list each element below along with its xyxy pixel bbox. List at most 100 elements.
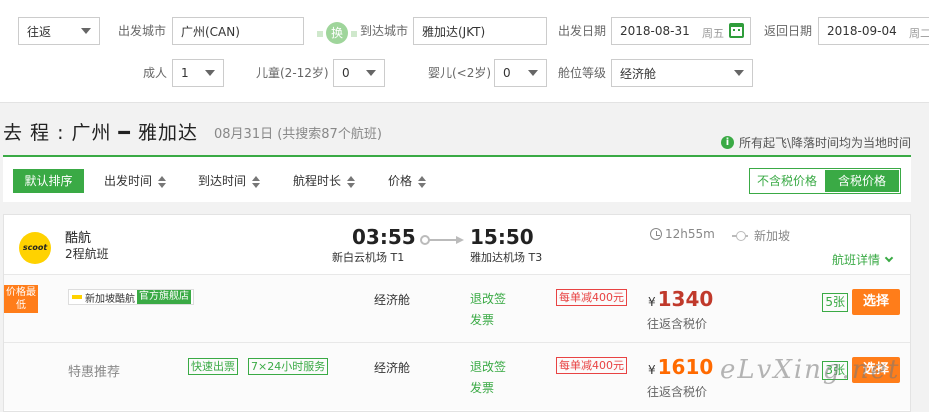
- select-fare-button[interactable]: 选择: [852, 289, 900, 315]
- sort-price-label: 价格: [388, 174, 413, 188]
- route-subtitle: 08月31日 (共搜索87个航班): [214, 127, 382, 142]
- fare-price: ¥ 1610: [648, 355, 713, 379]
- child-label: 儿童(2-12岁): [256, 66, 329, 80]
- trip-type-select[interactable]: 往返: [18, 17, 100, 45]
- route-arrow-icon: [420, 235, 468, 245]
- stopover-city: 新加坡: [754, 229, 791, 243]
- sort-duration-label: 航程时长: [293, 174, 342, 188]
- promo-label: 特惠推荐: [68, 365, 121, 380]
- arrive-city-input[interactable]: 雅加达(JKT): [413, 17, 547, 45]
- depart-airport: 新白云机场 T1: [332, 251, 405, 264]
- flight-details-link[interactable]: 航班详情: [831, 251, 894, 268]
- watermark: eLvXing.net: [720, 355, 901, 385]
- sort-bar: 默认排序 出发时间 到达时间 航程时长 价格 不含税价格 含税价格: [3, 155, 911, 202]
- price-value: 1610: [657, 355, 714, 379]
- depart-date-value: 2018-08-31: [620, 24, 690, 38]
- info-icon: i: [720, 136, 734, 149]
- arrive-city-label: 到达城市: [360, 24, 409, 38]
- adult-count-value: 1: [181, 66, 189, 80]
- chevron-down-icon: [884, 253, 894, 263]
- depart-city-input[interactable]: 广州(CAN): [172, 17, 304, 45]
- adult-count-select[interactable]: 1: [172, 59, 224, 87]
- agency-name: 新加坡酷航: [85, 293, 135, 305]
- fare-cabin: 经济舱: [374, 361, 411, 375]
- route-line-bar: [428, 239, 458, 241]
- currency-symbol: ¥: [648, 363, 656, 377]
- trip-type-value: 往返: [27, 24, 52, 39]
- airline-logo: scoot: [19, 232, 51, 264]
- depart-date-input[interactable]: 2018-08-31 周五: [611, 17, 751, 45]
- official-store-tag: 官方旗舰店: [137, 290, 191, 304]
- stopover: 新加坡: [732, 227, 790, 244]
- tax-excluded-option[interactable]: 不含税价格: [750, 169, 824, 193]
- depart-weekday: 周五: [702, 27, 724, 40]
- discount-tag: 每单减400元: [556, 357, 627, 374]
- swap-icon: 换: [326, 22, 348, 44]
- invoice-link[interactable]: 发票: [470, 310, 506, 331]
- child-count-select[interactable]: 0: [333, 59, 385, 87]
- tax-included-option[interactable]: 含税价格: [825, 170, 899, 192]
- infant-count-select[interactable]: 0: [494, 59, 547, 87]
- agency-logo-icon: [72, 295, 82, 299]
- cabin-class-value: 经济舱: [620, 66, 657, 81]
- flight-segments: 2程航班: [65, 247, 109, 261]
- fare-cabin: 经济舱: [374, 293, 411, 307]
- arrive-time: 15:50: [470, 225, 534, 249]
- invoice-link[interactable]: 发票: [470, 378, 506, 399]
- stopover-icon: [732, 230, 748, 241]
- sort-arrive-time-button[interactable]: 到达时间: [198, 169, 261, 193]
- sort-icon: [158, 175, 167, 188]
- results-header: 去 程 : 广州 ━ 雅加达 08月31日 (共搜索87个航班) i 所有起飞\…: [0, 112, 929, 156]
- fare-policy: 退改签 发票: [470, 289, 506, 331]
- price-note: 往返含税价: [647, 317, 708, 331]
- return-weekday: 周二: [909, 27, 929, 40]
- return-date-label: 返回日期: [764, 24, 813, 38]
- price-value: 1340: [657, 287, 714, 311]
- sort-icon: [418, 175, 427, 188]
- sort-icon: [347, 175, 356, 188]
- return-date-value: 2018-09-04: [827, 24, 897, 38]
- flight-duration-value: 12h55m: [665, 227, 715, 241]
- search-panel: 往返 出发城市 广州(CAN) 换 到达城市 雅加达(JKT) 出发日期 201…: [0, 0, 929, 103]
- refund-change-link[interactable]: 退改签: [470, 289, 506, 310]
- cabin-class-label: 舱位等级: [558, 66, 607, 80]
- fast-ticket-tag: 快速出票: [188, 358, 238, 375]
- sort-duration-button[interactable]: 航程时长: [293, 169, 356, 193]
- arrive-airport: 雅加达机场 T3: [470, 251, 543, 264]
- clock-icon: [650, 228, 662, 240]
- infant-label: 婴儿(<2岁): [428, 66, 492, 80]
- sort-depart-time-label: 出发时间: [104, 174, 153, 188]
- currency-symbol: ¥: [648, 295, 656, 309]
- sort-depart-time-button[interactable]: 出发时间: [104, 169, 167, 193]
- price-note: 往返含税价: [647, 385, 708, 399]
- sort-icon: [252, 175, 261, 188]
- fare-price: ¥ 1340: [648, 287, 713, 311]
- seats-left: 5张: [822, 293, 848, 312]
- service-24h-tag: 7×24小时服务: [248, 358, 329, 375]
- return-date-input[interactable]: 2018-09-04 周二: [818, 17, 929, 45]
- cabin-class-select[interactable]: 经济舱: [611, 59, 753, 87]
- infant-count-value: 0: [503, 66, 511, 80]
- chevron-down-icon: [528, 70, 538, 76]
- chevron-down-icon: [205, 70, 215, 76]
- refund-change-link[interactable]: 退改签: [470, 357, 506, 378]
- local-time-note-text: 所有起飞\降落时间均为当地时间: [738, 136, 911, 150]
- swap-arrow-left-icon: [317, 31, 323, 37]
- lowest-price-badge: 价格最低: [4, 285, 38, 313]
- flight-duration: 12h55m: [650, 227, 715, 241]
- fare-policy: 退改签 发票: [470, 357, 506, 399]
- chevron-down-icon: [734, 70, 744, 76]
- chevron-down-icon: [366, 70, 376, 76]
- chevron-down-icon: [81, 28, 91, 34]
- discount-tag: 每单减400元: [556, 289, 627, 306]
- child-count-value: 0: [342, 66, 350, 80]
- swap-cities-button[interactable]: 换: [317, 22, 357, 44]
- sort-price-button[interactable]: 价格: [388, 169, 427, 193]
- depart-time: 03:55: [352, 225, 416, 249]
- flight-details-label: 航班详情: [831, 253, 880, 267]
- airline-name: 酷航: [65, 231, 92, 246]
- tax-price-toggle: 不含税价格 含税价格: [749, 168, 901, 194]
- depart-city-value: 广州(CAN): [181, 24, 240, 39]
- calendar-icon[interactable]: [729, 23, 744, 38]
- sort-default-button[interactable]: 默认排序: [13, 169, 84, 193]
